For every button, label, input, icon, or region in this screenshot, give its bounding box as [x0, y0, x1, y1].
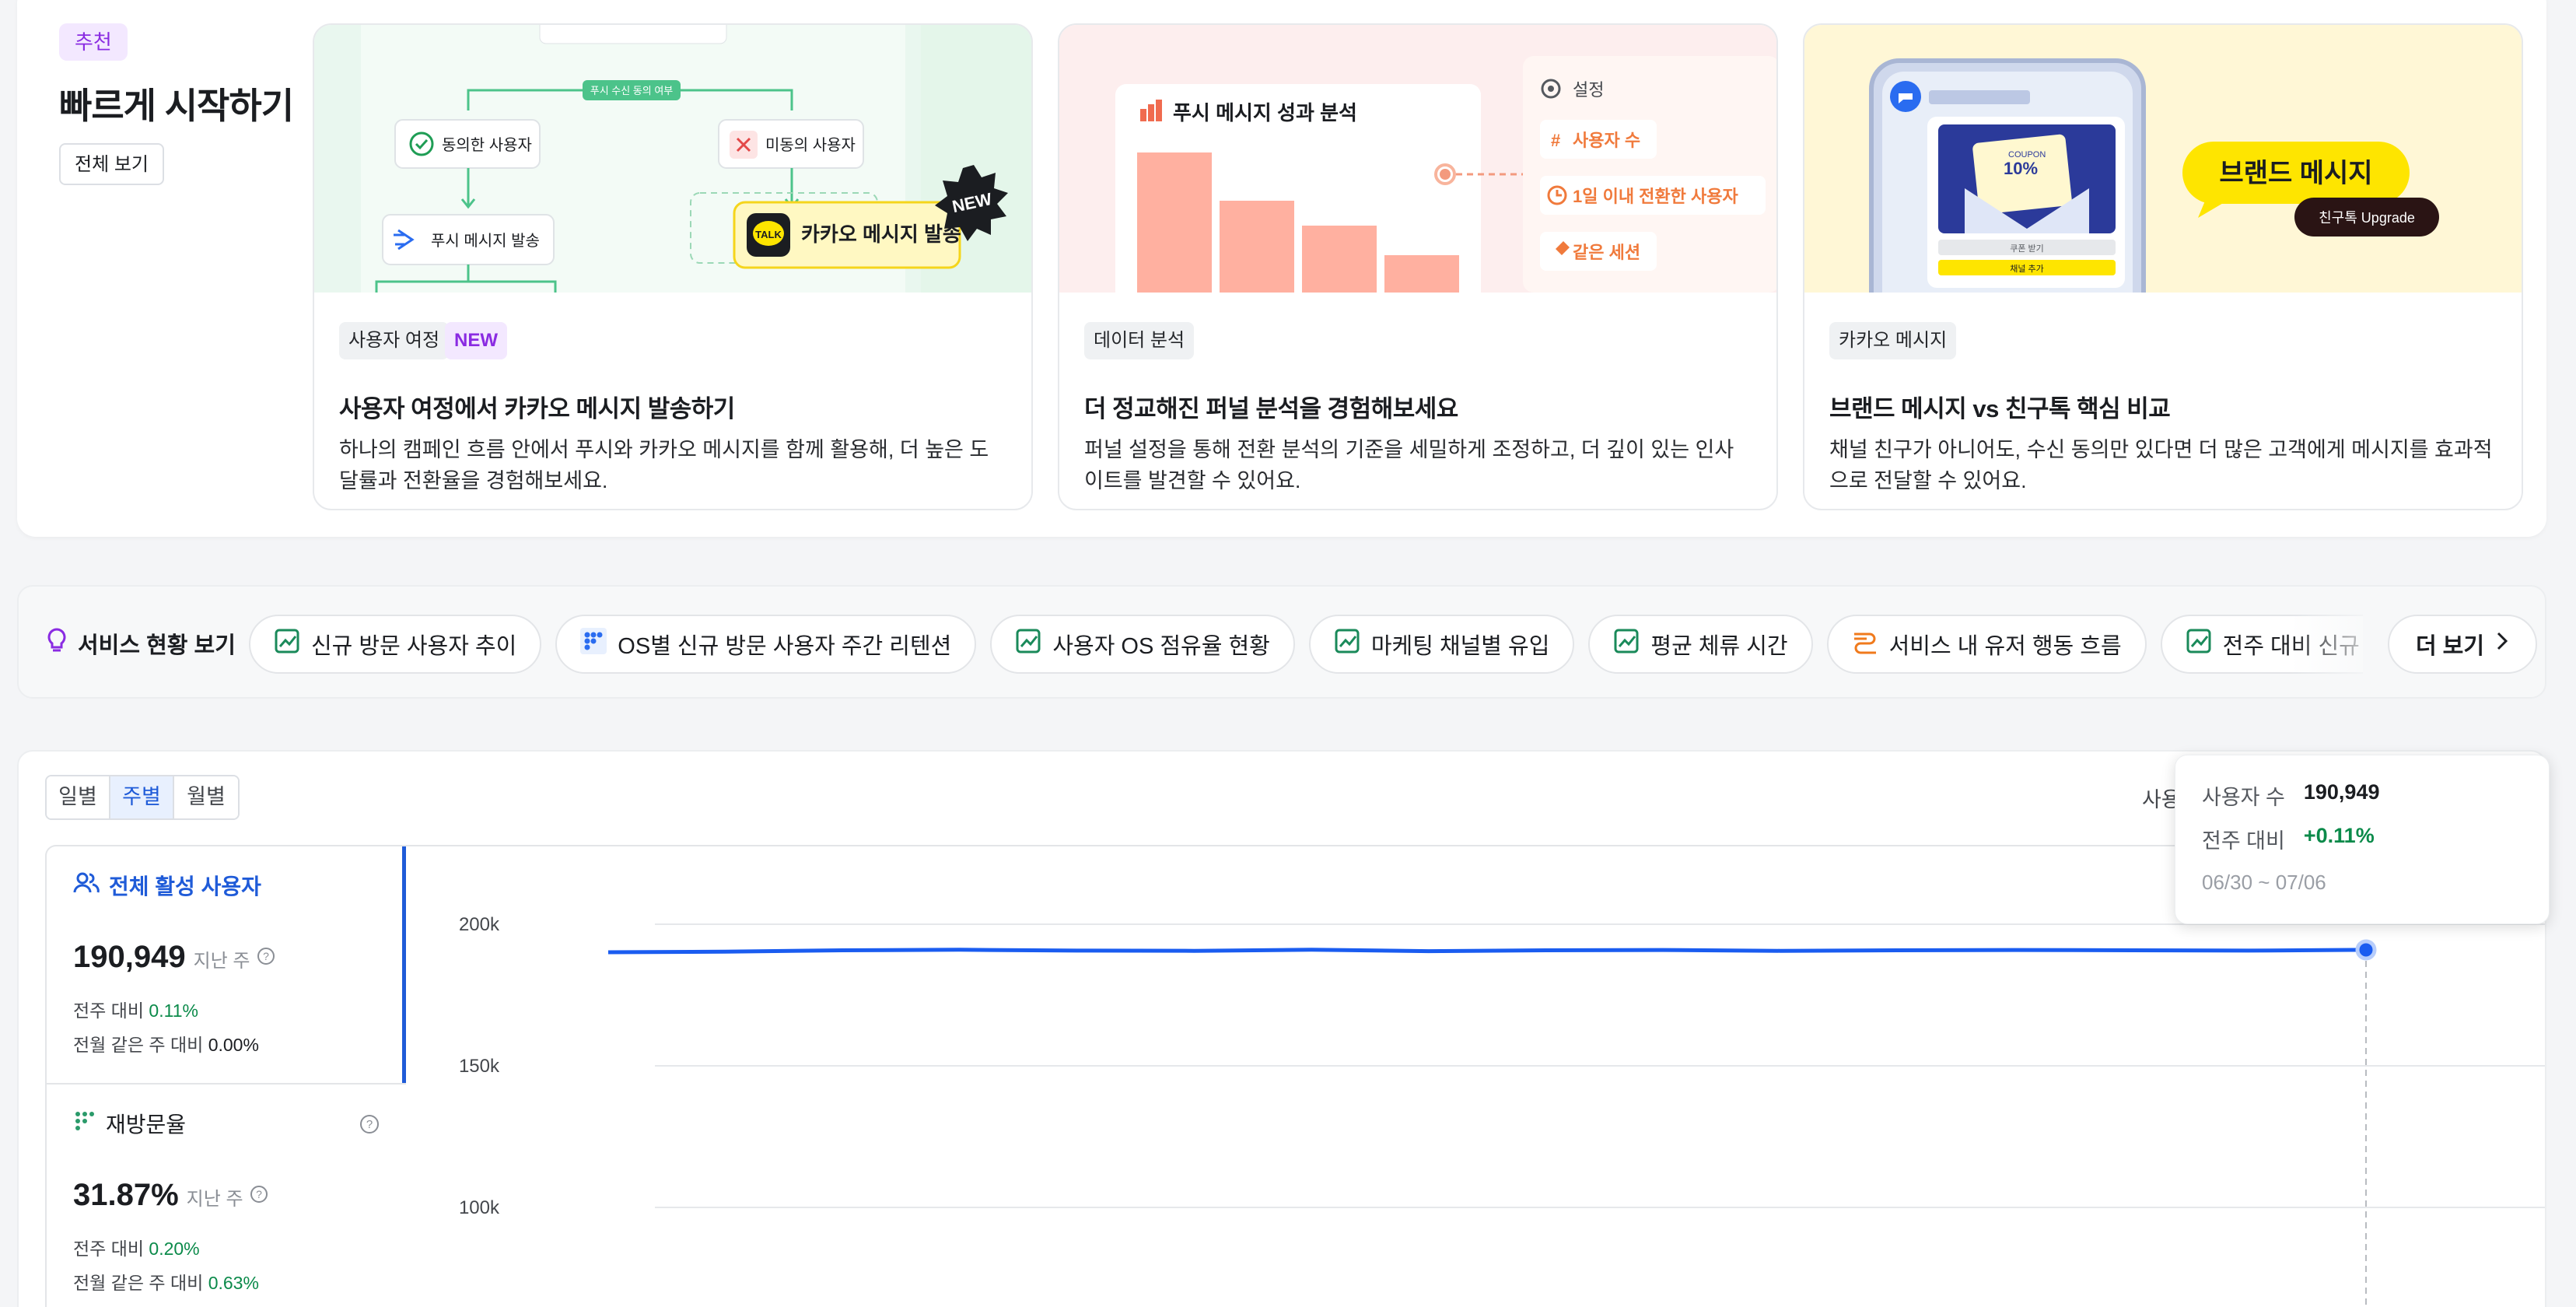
svg-text:TALK: TALK: [755, 229, 782, 240]
chip-os-retention[interactable]: OS별 신규 방문 사용자 주간 리텐션: [555, 615, 977, 674]
card-illustration-journey: 푸시 수신 동의 여부 동의한 사용자 미동의 사용자 푸시 메시지 발송 TA…: [314, 25, 1031, 293]
svg-text:같은 세션: 같은 세션: [1573, 243, 1640, 262]
svg-text:10%: 10%: [2004, 159, 2038, 178]
chip-fade: [2290, 610, 2383, 677]
quick-start-panel: 추천 빠르게 시작하기 전체 보기 푸시 수신 동의 여부 동의한 사용자 미동…: [17, 0, 2546, 537]
metric-value: 31.87% 지난 주 ?: [73, 1178, 268, 1213]
svg-text:친구톡 Upgrade: 친구톡 Upgrade: [2319, 210, 2415, 226]
users-icon: [73, 871, 100, 900]
metric-value: 190,949 지난 주 ?: [73, 940, 275, 975]
svg-text:브랜드 메시지: 브랜드 메시지: [2219, 159, 2372, 188]
svg-text:설정: 설정: [1573, 80, 1604, 100]
svg-text:카카오 메시지 발송: 카카오 메시지 발송: [801, 223, 961, 246]
consent-label: 푸시 수신 동의 여부: [590, 85, 674, 96]
funnel-chart-illustration: 푸시 메시지 성과 분석 설정 # 사용자 수 1일 이내 전환한 사용자 같은…: [1115, 56, 1776, 293]
chip-user-flow[interactable]: 서비스 내 유저 행동 흐름: [1826, 615, 2147, 674]
line-chart-icon: [1613, 628, 1640, 661]
svg-text:?: ?: [366, 1118, 373, 1131]
metric-name: 전체 활성 사용자: [73, 870, 261, 901]
card-title: 사용자 여정에서 카카오 메시지 발송하기: [339, 395, 735, 422]
tooltip-date: 06/30 ~ 07/06: [2202, 871, 2326, 894]
svg-text:?: ?: [263, 950, 269, 962]
help-icon[interactable]: ?: [359, 1114, 380, 1138]
card-description: 채널 친구가 아니어도, 수신 동의만 있다면 더 많은 고객에게 메시지를 효…: [1829, 438, 2493, 492]
quick-start-title: 빠르게 시작하기: [59, 86, 294, 126]
card-tag: 카카오 메시지: [1829, 322, 1957, 359]
grid-dots-icon: [580, 628, 607, 661]
highlight-point: [2355, 939, 2377, 961]
card-title: 더 정교해진 퍼널 분석을 경험해보세요: [1084, 395, 1458, 422]
recommend-badge: 추천: [59, 23, 128, 61]
chart-tooltip: 사용자 수 190,949 전주 대비 +0.11% 06/30 ~ 07/06: [2175, 755, 2550, 924]
metric-name: 재방문율: [73, 1108, 186, 1139]
more-button[interactable]: 더 보기: [2388, 615, 2537, 674]
chip-avg-duration[interactable]: 평균 체류 시간: [1588, 615, 1813, 674]
metric-mom-row: 전월 같은 주 대비 0.63%: [73, 1273, 259, 1293]
chip-marketing-channel[interactable]: 마케팅 채널별 유입: [1308, 615, 1575, 674]
tab-monthly[interactable]: 월별: [174, 776, 238, 818]
new-badge: NEW: [445, 322, 507, 359]
metric-active-users[interactable]: 전체 활성 사용자 190,949 지난 주 ? 전주 대비 0.11% 전월 …: [47, 846, 406, 1084]
series-line: [607, 948, 2367, 955]
service-status-label: 서비스 현황 보기: [45, 624, 236, 663]
card-tag: 사용자 여정: [339, 322, 450, 359]
y-tick-label: 200k: [459, 914, 500, 935]
service-status-bar: 서비스 현황 보기 신규 방문 사용자 추이 OS별 신규 방문 사용자 주간 …: [17, 585, 2546, 699]
chevron-right-icon: [2495, 631, 2509, 657]
card-brand-message[interactable]: COUPON 10% 쿠폰 받기 채널 추가 브랜드 메시지 친구톡 Upgra…: [1803, 23, 2523, 510]
metric-mom-row: 전월 같은 주 대비 0.00%: [73, 1035, 259, 1055]
metric-list: 전체 활성 사용자 190,949 지난 주 ? 전주 대비 0.11% 전월 …: [45, 845, 406, 1307]
line-chart-icon: [1334, 628, 1360, 661]
svg-text:푸시 메시지 발송: 푸시 메시지 발송: [431, 232, 540, 250]
dots-grid-icon: [73, 1109, 96, 1138]
chip-new-visitors[interactable]: 신규 방문 사용자 추이: [249, 615, 542, 674]
svg-text:푸시 메시지 성과 분석: 푸시 메시지 성과 분석: [1173, 101, 1357, 124]
period-tabs: 일별 주별 월별: [45, 775, 240, 820]
card-title: 브랜드 메시지 vs 친구톡 핵심 비교: [1829, 395, 2171, 422]
metric-return-rate[interactable]: 재방문율 ? 31.87% 지난 주 ? 전주 대비 0.20% 전월 같은 주…: [47, 1084, 406, 1307]
line-chart-icon: [2186, 628, 2212, 661]
card-description: 퍼널 설정을 통해 전환 분석의 기준을 세밀하게 조정하고, 더 깊이 있는 …: [1084, 438, 1734, 492]
chip-os-share[interactable]: 사용자 OS 점유율 현황: [990, 615, 1295, 674]
y-tick-label: 100k: [459, 1197, 500, 1218]
svg-text:채널 추가: 채널 추가: [2010, 264, 2044, 274]
card-tag: 데이터 분석: [1084, 322, 1195, 359]
flow-icon: [1852, 628, 1878, 661]
svg-text:1일 이내 전환한 사용자: 1일 이내 전환한 사용자: [1573, 187, 1738, 206]
brand-message-illustration: COUPON 10% 쿠폰 받기 채널 추가 브랜드 메시지 친구톡 Upgra…: [1869, 58, 2439, 293]
card-illustration-funnel: 푸시 메시지 성과 분석 설정 # 사용자 수 1일 이내 전환한 사용자 같은…: [1059, 25, 1776, 293]
card-illustration-brand: COUPON 10% 쿠폰 받기 채널 추가 브랜드 메시지 친구톡 Upgra…: [1804, 25, 2522, 293]
svg-text:동의한 사용자: 동의한 사용자: [442, 136, 532, 154]
card-funnel-analysis[interactable]: 푸시 메시지 성과 분석 설정 # 사용자 수 1일 이내 전환한 사용자 같은…: [1058, 23, 1778, 510]
y-tick-label: 150k: [459, 1056, 500, 1077]
help-icon[interactable]: ?: [250, 1185, 268, 1209]
dashboard-panel: 일별 주별 월별 사용 전체 활성 사용자 190,949 지난 주 ? 전주 …: [17, 750, 2546, 1307]
view-all-button[interactable]: 전체 보기: [59, 143, 164, 185]
card-user-journey[interactable]: 푸시 수신 동의 여부 동의한 사용자 미동의 사용자 푸시 메시지 발송 TA…: [313, 23, 1033, 510]
chip-list: 신규 방문 사용자 추이 OS별 신규 방문 사용자 주간 리텐션 사용자 OS…: [249, 615, 2363, 674]
svg-text:미동의 사용자: 미동의 사용자: [765, 136, 856, 154]
svg-text:#: #: [1551, 131, 1560, 150]
line-chart-icon: [1015, 628, 1041, 661]
card-description: 하나의 캠페인 흐름 안에서 푸시와 카카오 메시지를 함께 활용해, 더 높은…: [339, 438, 989, 492]
tab-weekly[interactable]: 주별: [110, 776, 174, 818]
svg-text:사용자 수: 사용자 수: [1573, 131, 1640, 150]
metric-wow-row: 전주 대비 0.11%: [73, 1000, 198, 1021]
svg-text:?: ?: [256, 1188, 262, 1200]
tab-daily[interactable]: 일별: [47, 776, 110, 818]
svg-text:쿠폰 받기: 쿠폰 받기: [2010, 244, 2044, 254]
journey-flow-illustration: 푸시 수신 동의 여부 동의한 사용자 미동의 사용자 푸시 메시지 발송 TA…: [361, 25, 1031, 293]
metric-wow-row: 전주 대비 0.20%: [73, 1239, 200, 1259]
lightbulb-icon: [45, 626, 68, 661]
help-icon[interactable]: ?: [257, 947, 275, 971]
line-chart-icon: [274, 628, 300, 661]
